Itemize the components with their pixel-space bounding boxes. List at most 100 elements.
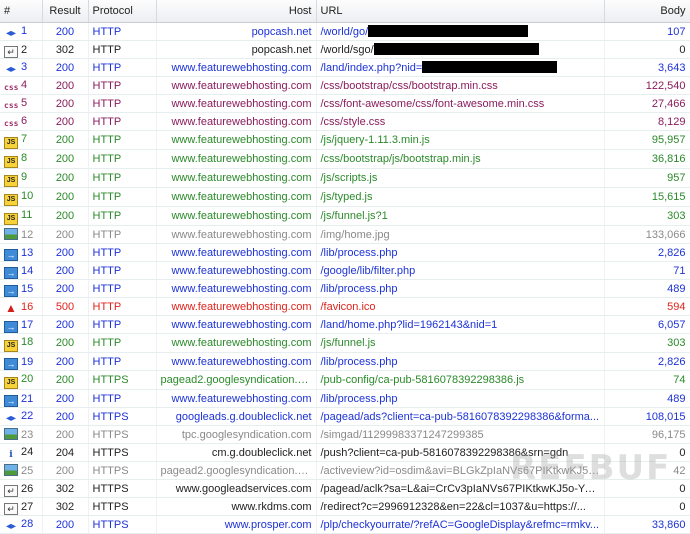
session-row[interactable]: JS 9 200 HTTP www.featurewebhosting.com/js/s…: [0, 168, 690, 188]
result-cell: 200: [42, 315, 89, 334]
session-number-cell: ◂▸ 3: [0, 58, 43, 77]
url-cell: /js/funnel.js?1: [316, 206, 605, 226]
host-cell: www.featurewebhosting.com: [156, 315, 317, 334]
column-header-number[interactable]: #: [0, 0, 43, 23]
session-number-cell: i 24: [0, 443, 43, 462]
session-row[interactable]: JS 20 200 HTTPS pagead2.googlesyndication.co…: [0, 370, 690, 390]
url-text: /js/funnel.js: [320, 337, 376, 349]
session-row[interactable]: → 21 200 HTTP www.featurewebhosting.com/lib/…: [0, 389, 690, 408]
body-size-cell: 27,466: [604, 94, 690, 113]
session-row[interactable]: ◂▸ 22 200 HTTPS googleads.g.doubleclick.net /…: [0, 407, 690, 426]
session-number-cell: css 5: [0, 94, 43, 113]
host-cell: www.featurewebhosting.com: [156, 130, 317, 150]
redaction-bar: [373, 42, 539, 55]
host-cell: www.rkdms.com: [156, 497, 317, 516]
session-row[interactable]: css 6 200 HTTP www.featurewebhosting.com/css…: [0, 112, 690, 131]
session-number-cell: ◂▸ 28: [0, 515, 43, 534]
session-row[interactable]: 12 200 HTTP www.featurewebhosting.com/img/h…: [0, 225, 690, 244]
host-cell: googleads.g.doubleclick.net: [156, 407, 317, 426]
session-row[interactable]: css 4 200 HTTP www.featurewebhosting.com/css…: [0, 76, 690, 95]
url-text: /css/style.css: [320, 115, 386, 128]
session-row[interactable]: → 13 200 HTTP www.featurewebhosting.com/lib/…: [0, 243, 690, 262]
column-header-result[interactable]: Result: [42, 0, 89, 23]
session-row[interactable]: JS 10 200 HTTP www.featurewebhosting.com/js/…: [0, 187, 690, 207]
url-text: /pub-config/ca-pub-5816078392298386.js: [320, 374, 525, 386]
protocol-cell: HTTPS: [88, 407, 157, 426]
host-cell: www.featurewebhosting.com: [156, 187, 317, 207]
session-row[interactable]: JS 8 200 HTTP www.featurewebhosting.com/css/…: [0, 149, 690, 169]
column-header-host[interactable]: Host: [156, 0, 317, 23]
result-cell: 200: [42, 76, 89, 95]
protocol-cell: HTTP: [88, 112, 157, 131]
column-header-body[interactable]: Body: [604, 0, 690, 23]
host-cell: www.featurewebhosting.com: [156, 225, 317, 244]
body-size-cell: 489: [604, 279, 690, 298]
session-row[interactable]: 23 200 HTTPS tpc.googlesyndication.com/simg…: [0, 425, 690, 444]
result-cell: 200: [42, 168, 89, 188]
result-cell: 200: [42, 515, 89, 534]
url-text: /simgad/11299983371247299385: [320, 428, 484, 441]
protocol-cell: HTTP: [88, 76, 157, 95]
session-row[interactable]: ◂▸ 3 200 HTTP www.featurewebhosting.com/land…: [0, 58, 690, 77]
session-number: 21: [21, 392, 34, 405]
url-cell: /land/index.php?nid=: [316, 58, 605, 77]
session-row[interactable]: i 24 204 HTTPS cm.g.doubleclick.net/push?cli…: [0, 443, 690, 462]
protocol-cell: HTTP: [88, 168, 157, 188]
session-row[interactable]: JS 7 200 HTTP www.featurewebhosting.com/js/j…: [0, 130, 690, 150]
session-number-cell: → 15: [0, 279, 43, 298]
session-number: 18: [21, 336, 34, 348]
session-row[interactable]: ◂▸ 28 200 HTTPS www.prosper.com/plp/checkyou…: [0, 515, 690, 534]
session-number: 3: [21, 61, 28, 73]
session-row[interactable]: → 19 200 HTTP www.featurewebhosting.com/lib/…: [0, 352, 690, 371]
result-cell: 200: [42, 58, 89, 77]
session-number: 17: [21, 318, 34, 331]
result-cell: 200: [42, 352, 89, 371]
session-number-cell: 25: [0, 461, 43, 480]
session-number-cell: ↵ 27: [0, 497, 43, 516]
session-row[interactable]: → 14 200 HTTP www.featurewebhosting.com/goog…: [0, 261, 690, 280]
session-number: 16: [21, 300, 34, 313]
host-cell: www.featurewebhosting.com: [156, 389, 317, 408]
session-row[interactable]: ↵ 26 302 HTTPS www.googleadservices.com/page…: [0, 479, 690, 498]
url-cell: /redirect?c=2996912328&en=22&cl=1037&u=h…: [316, 497, 605, 516]
session-row[interactable]: JS 18 200 HTTP www.featurewebhosting.com/js/…: [0, 333, 690, 353]
body-size-cell: 6,057: [604, 315, 690, 334]
session-number-cell: → 17: [0, 315, 43, 334]
js-icon: JS: [4, 194, 18, 206]
session-row[interactable]: ↵ 27 302 HTTPS www.rkdms.com/redirect?c=2996…: [0, 497, 690, 516]
session-row[interactable]: 25 200 HTTPS pagead2.googlesyndication.com /…: [0, 461, 690, 480]
column-header-protocol[interactable]: Protocol: [88, 0, 157, 23]
url-text: /lib/process.php: [320, 355, 398, 368]
url-text: /css/bootstrap/css/bootstrap.min.css: [320, 79, 498, 92]
body-size-cell: 74: [604, 370, 690, 390]
url-cell: /google/lib/filter.php: [316, 261, 605, 280]
body-size-cell: 42: [604, 461, 690, 480]
url-text: /world/sgo/: [320, 43, 374, 56]
session-number: 26: [21, 482, 34, 495]
session-row[interactable]: ↵ 2 302 HTTP popcash.net/world/sgo/0: [0, 40, 690, 59]
url-text: /img/home.jpg: [320, 228, 390, 241]
session-row[interactable]: ◂▸ 1 200 HTTP popcash.net/world/go/107: [0, 22, 690, 41]
body-size-cell: 303: [604, 333, 690, 353]
js-icon: JS: [4, 175, 18, 187]
column-header-url[interactable]: URL: [316, 0, 605, 23]
body-size-cell: 36,816: [604, 149, 690, 169]
protocol-cell: HTTPS: [88, 479, 157, 498]
url-cell: /pub-config/ca-pub-5816078392298386.js: [316, 370, 605, 390]
body-size-cell: 122,540: [604, 76, 690, 95]
session-row[interactable]: JS 11 200 HTTP www.featurewebhosting.com/js/…: [0, 206, 690, 226]
session-row[interactable]: css 5 200 HTTP www.featurewebhosting.com/css…: [0, 94, 690, 113]
host-cell: popcash.net: [156, 22, 317, 41]
session-row[interactable]: → 15 200 HTTP www.featurewebhosting.com/lib/…: [0, 279, 690, 298]
js-icon: JS: [4, 377, 18, 389]
body-size-cell: 489: [604, 389, 690, 408]
url-text: /favicon.ico: [320, 300, 376, 313]
result-cell: 200: [42, 461, 89, 480]
info-icon: i: [9, 450, 13, 460]
session-row[interactable]: ▲ 16 500 HTTP www.featurewebhosting.com/favi…: [0, 297, 690, 316]
session-number-cell: css 4: [0, 76, 43, 95]
result-cell: 200: [42, 225, 89, 244]
session-row[interactable]: → 17 200 HTTP www.featurewebhosting.com/land…: [0, 315, 690, 334]
session-number: 7: [21, 133, 28, 145]
result-cell: 500: [42, 297, 89, 316]
